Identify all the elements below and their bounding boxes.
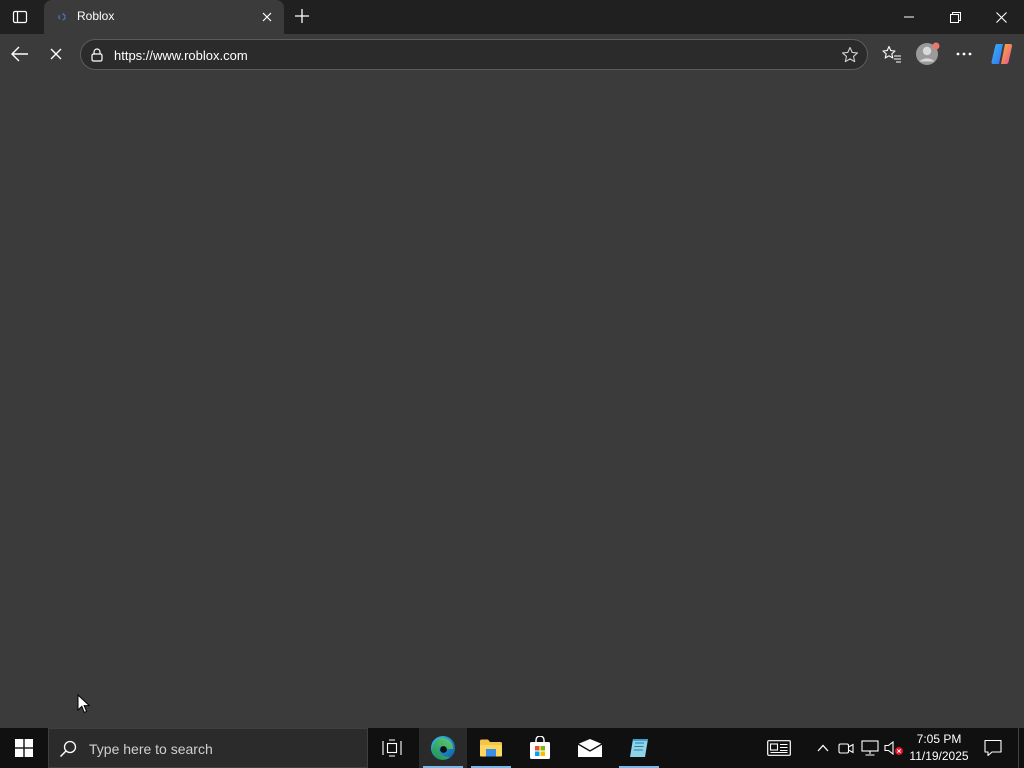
profile-avatar-icon: [916, 42, 940, 65]
mouse-cursor-icon: [77, 694, 91, 714]
show-desktop-button[interactable]: [1018, 728, 1024, 768]
page-content[interactable]: [0, 74, 1024, 728]
taskbar-edge-button[interactable]: [419, 728, 467, 768]
browser-titlebar: Roblox: [0, 0, 1024, 34]
stop-loading-icon: [50, 48, 62, 60]
more-icon: [956, 52, 972, 56]
edge-browser-icon: [431, 736, 455, 760]
volume-button[interactable]: [884, 738, 904, 758]
plus-icon: [295, 9, 309, 23]
windows-start-icon: [15, 739, 33, 757]
back-arrow-icon: [11, 46, 28, 62]
roblox-favicon-icon: [58, 13, 66, 21]
camera-icon: [838, 743, 854, 754]
close-window-button[interactable]: [978, 0, 1024, 34]
network-icon: [861, 740, 879, 756]
clock-time: 7:05 PM: [916, 732, 962, 746]
taskbar-search-box[interactable]: Type here to search: [48, 728, 368, 768]
meet-now-button[interactable]: [836, 738, 856, 758]
show-hidden-icons-button[interactable]: [813, 738, 833, 758]
clock-date: 11/19/2025: [909, 749, 969, 763]
mail-icon: [577, 739, 603, 757]
minimize-icon: [904, 16, 914, 18]
restore-button[interactable]: [932, 0, 978, 34]
close-icon: [995, 11, 1007, 23]
tab-actions-icon: [12, 10, 28, 24]
tab-actions-button[interactable]: [0, 0, 40, 34]
tab-title: Roblox: [77, 9, 115, 23]
url-text[interactable]: https://www.roblox.com: [114, 48, 248, 63]
folder-icon: [480, 739, 502, 757]
windows-taskbar: Type here to search 7:05 PM 11/19/2025: [0, 728, 1024, 768]
favorites-button[interactable]: [876, 38, 908, 70]
news-widget-icon: [767, 740, 791, 756]
tab-close-button[interactable]: [258, 8, 276, 26]
minimize-button[interactable]: [886, 0, 932, 34]
copilot-icon: [991, 44, 1013, 64]
action-center-button[interactable]: [978, 728, 1008, 768]
task-view-icon: [382, 739, 402, 757]
notification-icon: [984, 739, 1002, 757]
news-widget-button[interactable]: [766, 738, 792, 758]
taskbar-notepad-button[interactable]: [615, 728, 663, 768]
browser-tab-active[interactable]: Roblox: [44, 0, 284, 34]
search-icon: [59, 740, 77, 758]
copilot-button[interactable]: [986, 38, 1018, 70]
taskbar-store-button[interactable]: [516, 728, 564, 768]
back-button[interactable]: [4, 38, 36, 70]
volume-muted-icon: [884, 740, 903, 756]
favorites-icon: [882, 45, 901, 63]
new-tab-button[interactable]: [290, 4, 314, 28]
taskbar-clock[interactable]: 7:05 PM 11/19/2025: [904, 731, 974, 765]
browser-toolbar: https://www.roblox.com: [0, 34, 1024, 74]
close-icon: [262, 12, 272, 22]
restore-icon: [949, 11, 961, 23]
task-view-button[interactable]: [368, 728, 416, 768]
stop-loading-button[interactable]: [40, 38, 72, 70]
taskbar-file-explorer-button[interactable]: [467, 728, 515, 768]
chevron-up-icon: [817, 744, 829, 752]
settings-more-button[interactable]: [948, 38, 980, 70]
site-info-icon[interactable]: [89, 47, 105, 63]
search-placeholder: Type here to search: [89, 741, 213, 757]
store-icon: [530, 736, 550, 759]
start-button[interactable]: [0, 728, 48, 768]
network-button[interactable]: [860, 738, 880, 758]
profile-button[interactable]: [912, 38, 944, 70]
taskbar-mail-button[interactable]: [566, 728, 614, 768]
star-icon[interactable]: [841, 46, 859, 64]
notepad-icon: [630, 739, 648, 757]
address-bar[interactable]: https://www.roblox.com: [80, 39, 868, 70]
